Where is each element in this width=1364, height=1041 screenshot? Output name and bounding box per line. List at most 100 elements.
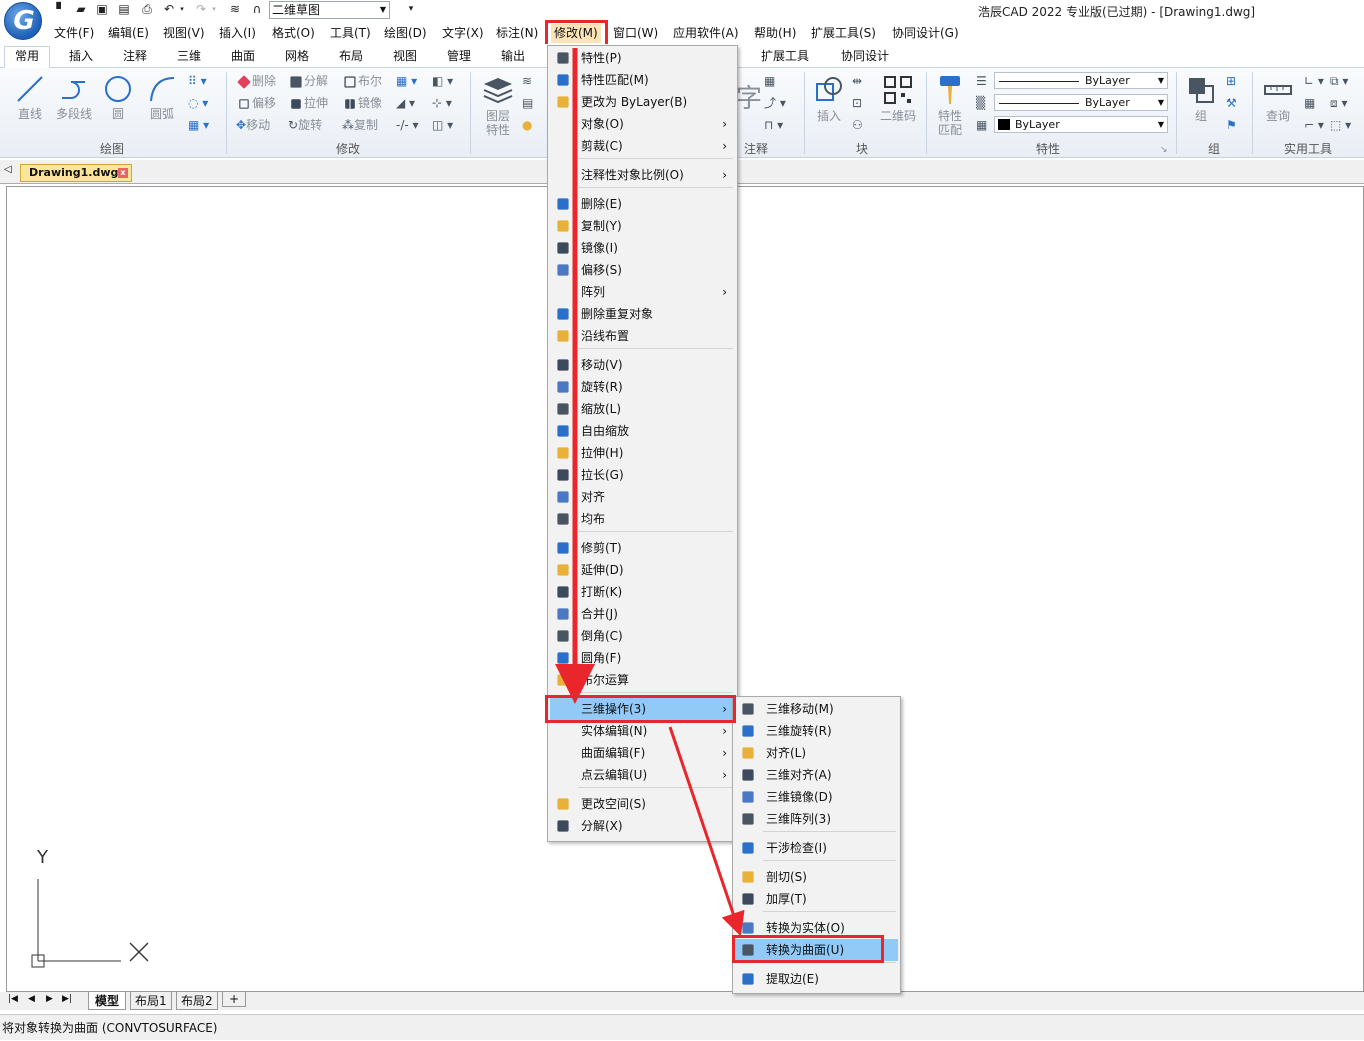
modify-menu-item[interactable]: 对齐 bbox=[550, 486, 735, 508]
document-tab[interactable]: Drawing1.dwg x bbox=[20, 164, 132, 182]
panel-label-group[interactable]: 组 bbox=[1208, 140, 1220, 157]
menu-dimension[interactable]: 标注(N) bbox=[496, 24, 538, 43]
prev-layout-icon[interactable]: ◀ bbox=[28, 994, 35, 1004]
layout-tab-1[interactable]: 布局1 bbox=[130, 992, 172, 1010]
fillet-icon[interactable]: ◢ ▾ bbox=[396, 95, 415, 111]
modify-menu-item[interactable]: 布尔运算 bbox=[550, 669, 735, 691]
3d-ops-menu-item[interactable]: 三维镜像(D) bbox=[735, 786, 898, 808]
next-layout-icon[interactable]: ▶ bbox=[46, 994, 53, 1004]
arc-button[interactable]: 圆弧 bbox=[142, 74, 182, 121]
modify-menu-item[interactable]: 删除(E) bbox=[550, 193, 735, 215]
menu-text[interactable]: 文字(X) bbox=[442, 24, 484, 43]
menu-tools[interactable]: 工具(T) bbox=[330, 24, 371, 43]
3d-ops-menu-item[interactable]: 三维移动(M) bbox=[735, 698, 898, 720]
last-layout-icon[interactable]: ▶| bbox=[62, 994, 72, 1004]
query-button[interactable]: 查询 bbox=[1258, 74, 1298, 123]
hatch-icon[interactable]: ⠿ ▾ bbox=[188, 73, 207, 89]
3d-ops-menu-item[interactable]: 提取边(E) bbox=[735, 968, 898, 990]
color-icon[interactable]: ▦ bbox=[976, 117, 987, 133]
headset-icon[interactable]: ∩ bbox=[250, 2, 264, 16]
trim-icon[interactable]: -/- ▾ bbox=[396, 117, 419, 133]
tab-insert[interactable]: 插入 bbox=[58, 47, 104, 67]
boolean-button[interactable]: 布尔 bbox=[342, 73, 382, 90]
scale-icon[interactable]: ⊹ ▾ bbox=[432, 95, 452, 111]
tab-collaboration[interactable]: 协同设计 bbox=[832, 47, 898, 67]
modify-menu-item[interactable]: 曲面编辑(F) › bbox=[550, 742, 735, 764]
insert-block-button[interactable]: 插入 bbox=[810, 74, 848, 123]
panel-label-utilities[interactable]: 实用工具 bbox=[1284, 140, 1332, 157]
modify-menu-item[interactable]: 圆角(F) bbox=[550, 647, 735, 669]
modify-menu-item[interactable]: 阵列 › bbox=[550, 281, 735, 303]
id-point-icon[interactable]: ⌐ ▾ bbox=[1304, 117, 1324, 133]
tab-3d[interactable]: 三维 bbox=[166, 47, 212, 67]
undo-dropdown-icon[interactable]: ▾ bbox=[178, 2, 186, 16]
undo-icon[interactable]: ↶ bbox=[162, 2, 176, 16]
modify-menu-item[interactable]: 镜像(I) bbox=[550, 237, 735, 259]
modify-menu-item[interactable]: 修剪(T) bbox=[550, 537, 735, 559]
modify-menu-item[interactable]: 拉伸(H) bbox=[550, 442, 735, 464]
modify-menu-item[interactable]: 实体编辑(N) › bbox=[550, 720, 735, 742]
offset-button[interactable]: 偏移 bbox=[236, 95, 276, 112]
rotate-button[interactable]: ↻旋转 bbox=[288, 117, 322, 133]
modify-menu-item[interactable]: 自由缩放 bbox=[550, 420, 735, 442]
modify-menu-item[interactable]: 复制(Y) bbox=[550, 215, 735, 237]
tab-home[interactable]: 常用 bbox=[4, 46, 50, 68]
layer-light-icon[interactable]: ● bbox=[522, 117, 532, 133]
move-button[interactable]: ✥移动 bbox=[236, 117, 270, 133]
group-button[interactable]: 组 bbox=[1182, 74, 1220, 123]
modify-menu-item[interactable]: 特性匹配(M) bbox=[550, 69, 735, 91]
add-layout-button[interactable]: + bbox=[222, 992, 247, 1007]
list-icon[interactable]: ⧉ ▾ bbox=[1330, 73, 1348, 89]
dialog-launcher-icon[interactable]: ↘ bbox=[1160, 142, 1168, 158]
modify-menu-item[interactable]: 分解(X) bbox=[550, 815, 735, 837]
match-properties-button[interactable]: 特性 匹配 bbox=[930, 74, 970, 137]
modify-menu-item[interactable]: 移动(V) bbox=[550, 354, 735, 376]
3d-ops-menu-item[interactable]: 干涉检查(I) bbox=[735, 837, 898, 859]
print-icon[interactable]: ⎙ bbox=[140, 2, 154, 16]
modify-menu-item[interactable]: 旋转(R) bbox=[550, 376, 735, 398]
tab-extension-tools[interactable]: 扩展工具 bbox=[752, 47, 818, 67]
modify-menu-item[interactable]: 特性(P) bbox=[550, 47, 735, 69]
block-define-icon[interactable]: ⚇ bbox=[852, 117, 863, 133]
tab-annotate[interactable]: 注释 bbox=[112, 47, 158, 67]
3d-ops-menu-item[interactable]: 三维对齐(A) bbox=[735, 764, 898, 786]
modify-menu-item[interactable]: 合并(J) bbox=[550, 603, 735, 625]
panel-label-annotation[interactable]: 注释 bbox=[744, 140, 768, 157]
stretch-button[interactable]: 拉伸 bbox=[288, 95, 328, 112]
linetype-select[interactable]: ByLayer ▼ bbox=[994, 72, 1168, 89]
region-icon[interactable]: ▦ ▾ bbox=[188, 117, 209, 133]
modify-menu-item[interactable]: 注释性对象比例(O) › bbox=[550, 164, 735, 186]
modify-menu-item[interactable]: 删除重复对象 bbox=[550, 303, 735, 325]
group-edit-icon[interactable]: ⚒ bbox=[1226, 95, 1237, 111]
menu-collaboration[interactable]: 协同设计(G) bbox=[892, 24, 959, 43]
layout-tab-2[interactable]: 布局2 bbox=[176, 992, 218, 1010]
tab-layout[interactable]: 布局 bbox=[328, 47, 374, 67]
erase-button[interactable]: 删除 bbox=[236, 73, 276, 90]
save-icon[interactable]: ▣ bbox=[95, 2, 109, 16]
tab-manage[interactable]: 管理 bbox=[436, 47, 482, 67]
distance-icon[interactable]: ∟ ▾ bbox=[1304, 73, 1324, 89]
app-logo[interactable]: G bbox=[4, 2, 42, 40]
modify-menu-item[interactable]: 更改为 ByLayer(B) bbox=[550, 91, 735, 113]
lineweight-select[interactable]: ByLayer ▼ bbox=[994, 94, 1168, 111]
dimension-icon[interactable]: ⊓ ▾ bbox=[764, 117, 783, 133]
text-style-icon[interactable]: 字 bbox=[736, 78, 762, 115]
modify-menu-item[interactable]: 打断(K) bbox=[550, 581, 735, 603]
calculator-icon[interactable]: ▦ bbox=[1304, 95, 1315, 111]
modify-menu-item[interactable]: 更改空间(S) bbox=[550, 793, 735, 815]
leader-icon[interactable]: ⤴ ▾ bbox=[764, 95, 786, 111]
panel-label-draw[interactable]: 绘图 bbox=[100, 140, 124, 157]
panel-label-block[interactable]: 块 bbox=[856, 140, 868, 157]
customize-toolbar-icon[interactable]: ▾ bbox=[404, 2, 418, 16]
menu-applications[interactable]: 应用软件(A) bbox=[673, 24, 739, 43]
layout-tab-model[interactable]: 模型 bbox=[88, 992, 127, 1010]
modify-menu-item[interactable]: 剪裁(C) › bbox=[550, 135, 735, 157]
layer-tools-icon[interactable]: ▤ bbox=[522, 95, 533, 111]
modify-menu-item[interactable]: 拉长(G) bbox=[550, 464, 735, 486]
layer-state-icon[interactable]: ≋ bbox=[522, 73, 532, 89]
modify-menu-item[interactable]: 对象(O) › bbox=[550, 113, 735, 135]
tab-output[interactable]: 输出 bbox=[490, 47, 536, 67]
menu-draw[interactable]: 绘图(D) bbox=[384, 24, 427, 43]
panel-label-modify[interactable]: 修改 bbox=[336, 140, 360, 157]
menu-file[interactable]: 文件(F) bbox=[54, 24, 94, 43]
